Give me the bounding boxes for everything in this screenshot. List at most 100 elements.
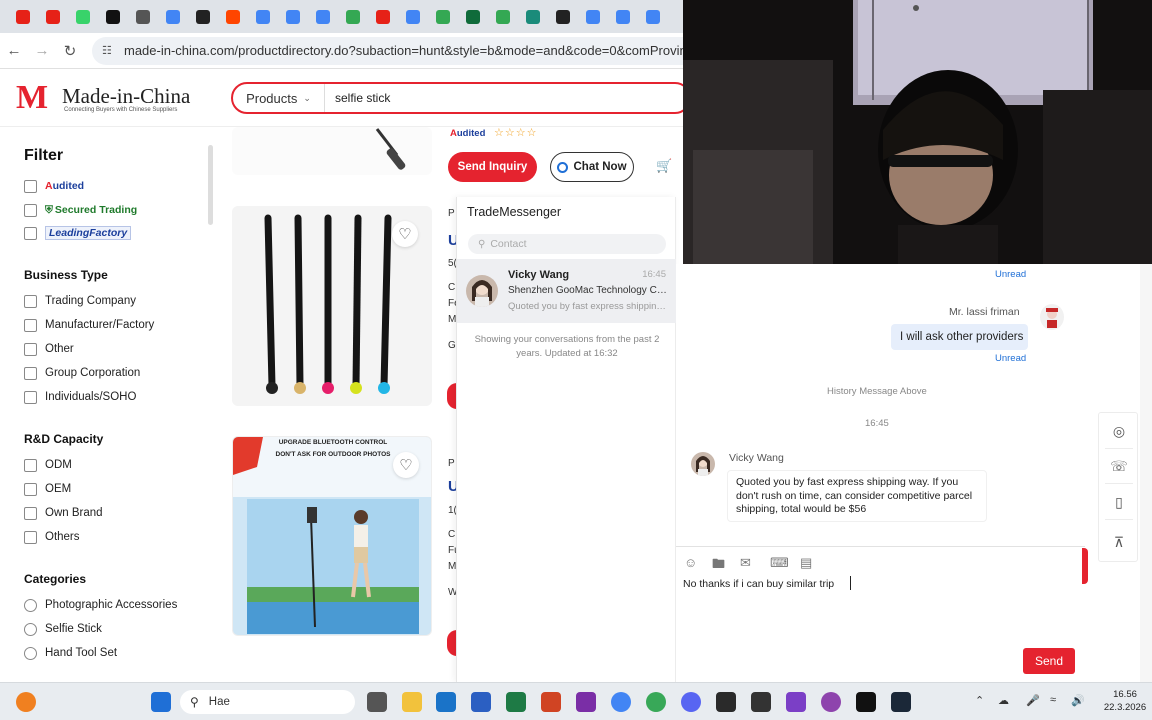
checkbox[interactable] bbox=[24, 203, 37, 217]
browser-tab[interactable] bbox=[128, 0, 158, 33]
conversation-item[interactable]: Vicky Wang 16:45 Shenzhen GooMac Technol… bbox=[457, 259, 676, 323]
browser-tab[interactable] bbox=[458, 0, 488, 33]
browser-tab[interactable] bbox=[38, 0, 68, 33]
app-icon[interactable] bbox=[751, 692, 771, 712]
checkbox[interactable] bbox=[24, 342, 37, 356]
rd-capacity-option[interactable]: Own Brand bbox=[24, 505, 103, 521]
site-info-icon[interactable]: ☷ bbox=[102, 44, 116, 58]
radio-button[interactable] bbox=[24, 646, 37, 660]
back-button[interactable]: ← bbox=[0, 37, 28, 65]
filter-scrollbar[interactable] bbox=[208, 145, 213, 225]
browser-tab[interactable] bbox=[548, 0, 578, 33]
reload-button[interactable]: ↻ bbox=[56, 37, 84, 65]
task-view-icon[interactable] bbox=[367, 692, 387, 712]
rd-capacity-option[interactable]: Others bbox=[24, 529, 80, 545]
windows-start-icon[interactable] bbox=[151, 692, 171, 712]
browser-tab[interactable] bbox=[68, 0, 98, 33]
emoji-icon[interactable]: ☺ bbox=[684, 555, 697, 570]
browser-tab[interactable] bbox=[98, 0, 128, 33]
forward-button[interactable]: → bbox=[28, 37, 56, 65]
browser-tab[interactable] bbox=[638, 0, 668, 33]
business-type-option[interactable]: Trading Company bbox=[24, 293, 136, 309]
business-type-option[interactable]: Group Corporation bbox=[24, 365, 140, 381]
checkbox[interactable] bbox=[24, 294, 37, 308]
steam-icon[interactable] bbox=[891, 692, 911, 712]
page-scrollbar[interactable] bbox=[1140, 264, 1152, 682]
file-explorer-icon[interactable] bbox=[402, 692, 422, 712]
favorite-heart-icon[interactable]: ♡ bbox=[392, 221, 418, 247]
chat-now-button[interactable]: Chat Now bbox=[550, 152, 634, 182]
onenote-icon[interactable] bbox=[576, 692, 596, 712]
category-option[interactable]: Photographic Accessories bbox=[24, 597, 177, 613]
checkbox[interactable] bbox=[24, 482, 37, 496]
product-image-1[interactable] bbox=[232, 127, 432, 175]
browser-tab[interactable] bbox=[608, 0, 638, 33]
wifi-icon[interactable]: ≈ bbox=[1050, 694, 1056, 706]
tray-app-icon[interactable]: ☁ bbox=[998, 694, 1009, 707]
browser-tab[interactable] bbox=[8, 0, 38, 33]
chrome-icon[interactable] bbox=[611, 692, 631, 712]
app-icon[interactable] bbox=[821, 692, 841, 712]
app-icon[interactable] bbox=[16, 692, 36, 712]
outlook-icon[interactable] bbox=[436, 692, 456, 712]
product-image-2[interactable]: ♡ bbox=[232, 206, 432, 406]
taskbar-search[interactable]: ⚲ Hae bbox=[180, 690, 355, 714]
folder-icon[interactable]: 🖿 bbox=[712, 555, 725, 577]
browser-tab[interactable] bbox=[308, 0, 338, 33]
system-clock[interactable]: 16.56 22.3.2026 bbox=[1102, 688, 1148, 714]
browser-tab[interactable] bbox=[398, 0, 428, 33]
browser-tab[interactable] bbox=[338, 0, 368, 33]
browser-tab[interactable] bbox=[158, 0, 188, 33]
contact-search-input[interactable]: ⚲ Contact bbox=[468, 234, 666, 254]
discord-icon[interactable] bbox=[681, 692, 701, 712]
filter-secured-trading[interactable]: ⛨ Secured Trading bbox=[24, 202, 137, 218]
target-icon[interactable]: ◎ bbox=[1109, 421, 1129, 441]
checkbox[interactable] bbox=[24, 179, 37, 193]
volume-icon[interactable]: 🔊 bbox=[1071, 694, 1085, 707]
product-image-3[interactable]: UPGRADE BLUETOOTH CONTROL DON'T ASK FOR … bbox=[232, 436, 432, 636]
browser-tab[interactable] bbox=[428, 0, 458, 33]
favorite-heart-icon[interactable]: ♡ bbox=[393, 452, 419, 478]
filter-leading-factory[interactable]: LeadingFactory bbox=[24, 225, 132, 241]
checkbox[interactable] bbox=[24, 530, 37, 544]
browser-tab[interactable] bbox=[578, 0, 608, 33]
rd-capacity-option[interactable]: ODM bbox=[24, 457, 72, 473]
send-inquiry-button[interactable]: Send Inquiry bbox=[448, 152, 537, 182]
mobile-icon[interactable]: ▯ bbox=[1109, 492, 1129, 512]
send-button[interactable]: Send bbox=[1023, 648, 1075, 674]
browser-tab[interactable] bbox=[218, 0, 248, 33]
message-template-icon[interactable]: ✉ bbox=[740, 555, 751, 571]
business-type-option[interactable]: Individuals/SOHO bbox=[24, 389, 136, 405]
translate-icon[interactable]: ⌨ bbox=[770, 555, 789, 571]
cart-icon[interactable]: 🛒 bbox=[656, 158, 672, 174]
checkbox[interactable] bbox=[24, 390, 37, 404]
powerpoint-icon[interactable] bbox=[541, 692, 561, 712]
checkbox[interactable] bbox=[24, 366, 37, 380]
app-icon[interactable] bbox=[786, 692, 806, 712]
browser-tab[interactable] bbox=[488, 0, 518, 33]
browser-tab[interactable] bbox=[518, 0, 548, 33]
browser-tab[interactable] bbox=[188, 0, 218, 33]
capcut-icon[interactable] bbox=[716, 692, 736, 712]
browser-tab[interactable] bbox=[278, 0, 308, 33]
search-input[interactable]: selfie stick bbox=[325, 91, 390, 105]
business-type-option[interactable]: Other bbox=[24, 341, 74, 357]
checkbox[interactable] bbox=[24, 506, 37, 520]
order-icon[interactable]: ▤ bbox=[800, 555, 812, 571]
customer-service-icon[interactable]: ☏ bbox=[1109, 456, 1129, 476]
back-to-top-icon[interactable]: ⊼ bbox=[1109, 532, 1129, 552]
rd-capacity-option[interactable]: OEM bbox=[24, 481, 71, 497]
tray-chevron-icon[interactable]: ⌃ bbox=[975, 694, 984, 707]
site-logo[interactable]: M Made-in-China Connecting Buyers with C… bbox=[16, 81, 196, 115]
microphone-icon[interactable]: 🎤 bbox=[1026, 694, 1040, 707]
category-option[interactable]: Hand Tool Set bbox=[24, 645, 117, 661]
checkbox[interactable] bbox=[24, 318, 37, 332]
message-input[interactable]: No thanks if i can buy similar trip bbox=[683, 578, 834, 590]
checkbox[interactable] bbox=[24, 458, 37, 472]
business-type-option[interactable]: Manufacturer/Factory bbox=[24, 317, 154, 333]
word-icon[interactable] bbox=[471, 692, 491, 712]
excel-icon[interactable] bbox=[506, 692, 526, 712]
browser-tab[interactable] bbox=[368, 0, 398, 33]
radio-button[interactable] bbox=[24, 598, 37, 612]
filter-audited[interactable]: Audited bbox=[24, 178, 84, 194]
